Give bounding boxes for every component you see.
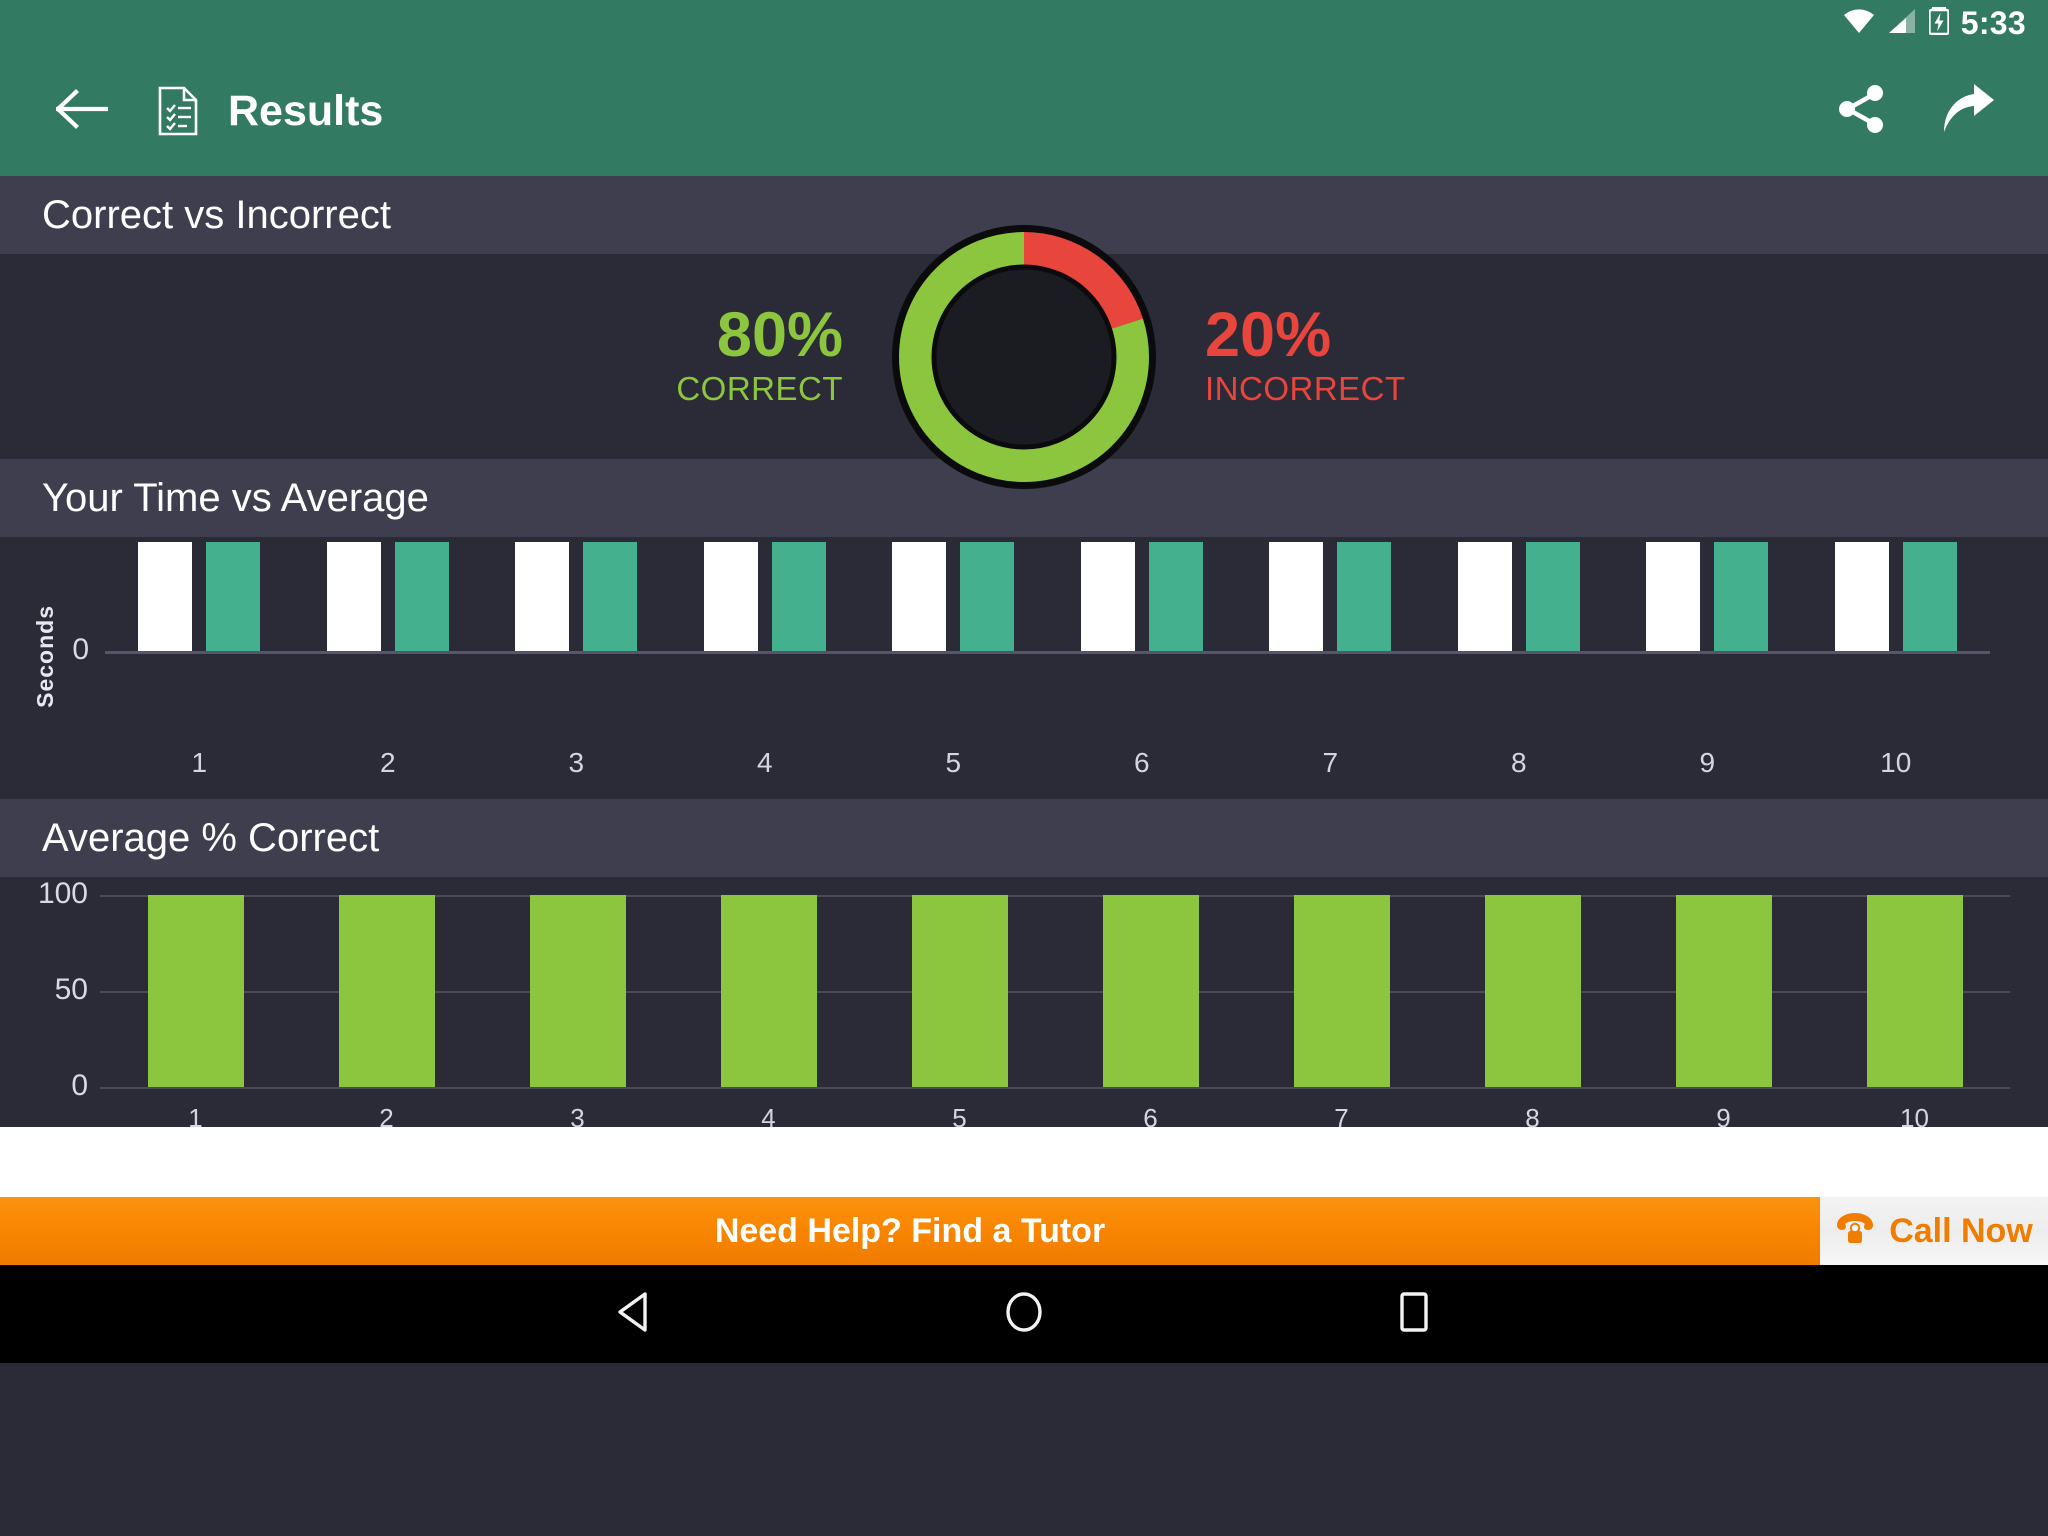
x-axis-tick: 2 xyxy=(379,747,396,778)
bar-your-time xyxy=(892,542,947,651)
bar-average-percent-correct xyxy=(147,895,244,1087)
x-axis-tick: 10 xyxy=(1880,747,1912,778)
wifi-icon xyxy=(1843,8,1875,39)
bar-your-time xyxy=(1834,542,1889,651)
correct-percent-value: 80% xyxy=(716,299,843,370)
x-axis-tick: 3 xyxy=(570,1103,585,1133)
bar-your-time xyxy=(1646,542,1701,651)
app-bar: Results xyxy=(0,46,2048,176)
page-title: Results xyxy=(228,86,384,135)
incorrect-percent-label: INCORRECT xyxy=(1205,370,1406,408)
x-axis-tick: 8 xyxy=(1510,747,1527,778)
x-axis-tick: 9 xyxy=(1716,1103,1731,1133)
section-title: Your Time vs Average xyxy=(42,476,429,520)
nav-recents-square-icon xyxy=(1396,1290,1432,1339)
y-axis-tick: 100 xyxy=(37,877,88,910)
bar-your-time xyxy=(1457,542,1512,651)
y-axis-tick: 0 xyxy=(71,1069,88,1102)
ad-whitespace xyxy=(0,1127,2048,1197)
bar-average xyxy=(771,542,826,651)
share-button[interactable] xyxy=(1836,83,1888,140)
x-axis-tick: 1 xyxy=(191,747,208,778)
bar-average xyxy=(206,542,261,651)
x-axis-line xyxy=(105,651,1990,654)
nav-home-button[interactable] xyxy=(924,1289,1124,1340)
app-screen: 5:33 Results Correct vs Incorrect 80% CO… xyxy=(0,0,2048,1536)
bar-average xyxy=(1337,542,1392,651)
bar-average-percent-correct xyxy=(1293,895,1390,1087)
status-bar: 5:33 xyxy=(0,0,2048,46)
bar-average-percent-correct xyxy=(338,895,435,1087)
bar-your-time xyxy=(1080,542,1135,651)
bar-average xyxy=(960,542,1015,651)
gridline xyxy=(100,1087,2010,1089)
bar-average xyxy=(1714,542,1769,651)
telephone-icon xyxy=(1835,1211,1875,1251)
forward-arrow-icon xyxy=(1938,82,1996,141)
x-axis-tick: 8 xyxy=(1525,1103,1540,1133)
correct-vs-incorrect-chart: 80% CORRECT 20% INCORRECT xyxy=(0,224,2048,489)
nav-back-triangle-icon xyxy=(614,1290,654,1339)
y-axis-tick: 0 xyxy=(72,633,89,666)
x-axis-tick: 9 xyxy=(1699,747,1716,778)
bar-average xyxy=(1148,542,1203,651)
section-title: Average % Correct xyxy=(42,816,380,860)
section-title: Correct vs Incorrect xyxy=(42,193,391,237)
x-axis-tick: 5 xyxy=(952,1103,967,1133)
nav-home-circle-icon xyxy=(1002,1289,1046,1340)
time-vs-average-chart: Seconds 0 1 2 3 4 5 6 7 8 9 10 xyxy=(0,537,2048,799)
correct-percent-label: CORRECT xyxy=(676,370,843,408)
x-axis-tick: 6 xyxy=(1133,747,1150,778)
back-arrow-icon xyxy=(55,88,109,134)
bar-your-time xyxy=(515,542,570,651)
bar-average-percent-correct xyxy=(720,895,817,1087)
ad-banner[interactable]: Need Help? Find a Tutor Call Now xyxy=(0,1197,2048,1265)
cellular-signal-icon xyxy=(1887,8,1917,39)
bar-average-percent-correct xyxy=(1484,895,1581,1087)
y-axis-tick: 50 xyxy=(54,973,88,1006)
x-axis-tick: 4 xyxy=(761,1103,776,1133)
bar-your-time xyxy=(326,542,381,651)
next-button[interactable] xyxy=(1938,82,1996,141)
ad-banner-text: Need Help? Find a Tutor xyxy=(714,1212,1106,1250)
bar-average xyxy=(1525,542,1580,651)
x-axis-tick: 3 xyxy=(568,747,585,778)
call-now-label: Call Now xyxy=(1889,1212,2033,1250)
bar-average-percent-correct xyxy=(911,895,1008,1087)
share-icon xyxy=(1836,83,1888,140)
android-nav-bar xyxy=(0,1265,2048,1363)
bar-your-time xyxy=(1269,542,1324,651)
bar-average-percent-correct xyxy=(1866,895,1963,1087)
bar-your-time xyxy=(703,542,758,651)
status-bar-clock: 5:33 xyxy=(1960,5,2026,41)
average-percent-correct-chart: 0 50 100 1 2 3 4 5 6 7 8 9 10 xyxy=(0,877,2048,1131)
donut-chart xyxy=(889,222,1159,492)
results-document-icon xyxy=(158,86,198,136)
bar-average xyxy=(583,542,638,651)
battery-charging-icon xyxy=(1928,6,1950,40)
x-axis-tick: 7 xyxy=(1322,747,1339,778)
incorrect-percent-value: 20% xyxy=(1205,299,1332,370)
x-axis-tick: 1 xyxy=(188,1103,203,1133)
x-axis-tick: 4 xyxy=(756,747,773,778)
bar-average xyxy=(394,542,449,651)
call-now-button[interactable]: Call Now xyxy=(1820,1197,2048,1265)
nav-back-button[interactable] xyxy=(534,1290,734,1339)
bar-average-percent-correct xyxy=(1102,895,1199,1087)
x-axis-tick: 10 xyxy=(1900,1103,1929,1133)
x-axis-tick: 6 xyxy=(1143,1103,1158,1133)
nav-recents-button[interactable] xyxy=(1314,1290,1514,1339)
bar-average-percent-correct xyxy=(1675,895,1772,1087)
section-header-average-correct: Average % Correct xyxy=(0,799,2048,877)
find-a-tutor-button[interactable]: Need Help? Find a Tutor xyxy=(0,1197,1820,1265)
bar-average-percent-correct xyxy=(529,895,626,1087)
bar-your-time xyxy=(138,542,193,651)
x-axis-tick: 2 xyxy=(379,1103,394,1133)
bar-average xyxy=(1902,542,1957,651)
x-axis-tick: 7 xyxy=(1334,1103,1349,1133)
back-button[interactable] xyxy=(28,88,136,134)
x-axis-tick: 5 xyxy=(945,747,962,778)
